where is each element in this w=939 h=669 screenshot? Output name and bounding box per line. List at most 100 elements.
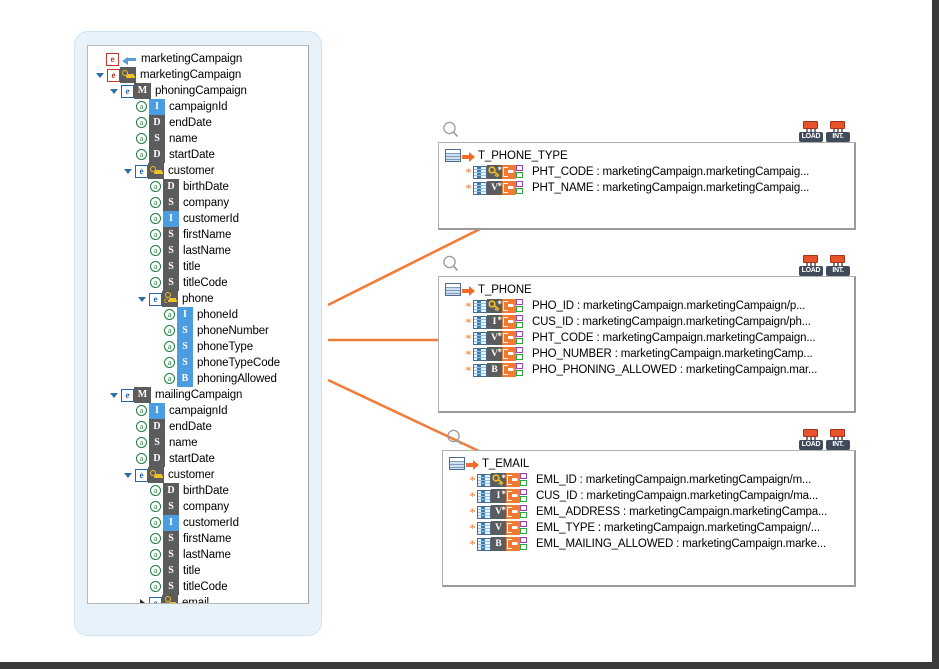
tree-item[interactable]: StitleCode <box>88 579 308 595</box>
magnifier-icon[interactable] <box>445 428 465 448</box>
tree-item[interactable]: DendDate <box>88 115 308 131</box>
twisty-collapse-icon[interactable] <box>136 291 149 307</box>
load-chip-icon <box>803 429 818 437</box>
tree-item[interactable]: Sname <box>88 435 308 451</box>
type-badge-D: D <box>149 451 165 467</box>
table-column-row[interactable]: * V * PHO_NUMBER : marketingCampaign.market… <box>442 346 851 362</box>
tree-item[interactable]: DstartDate <box>88 451 308 467</box>
tree-item-label: endDate <box>169 117 212 129</box>
column-mapping-label: EML_ADDRESS : marketingCampaign.marketin… <box>536 506 828 518</box>
table-title-row: T_EMAIL <box>446 455 851 472</box>
load-chip-icon <box>803 121 818 129</box>
tree-item[interactable]: IcampaignId <box>88 99 308 115</box>
target-table-box[interactable]: T_EMAIL * * EML_ID : marketingCampaign.mark… <box>442 450 856 587</box>
tree-item[interactable]: IcustomerId <box>88 515 308 531</box>
load-button[interactable]: LOAD <box>799 254 823 278</box>
table-toolbar: LOAD INT. <box>799 428 850 452</box>
tree-item[interactable]: SphoneNumber <box>88 323 308 339</box>
twisty-collapse-icon[interactable] <box>108 387 121 403</box>
twisty-collapse-icon[interactable] <box>122 163 135 179</box>
twisty-collapse-icon[interactable] <box>108 83 121 99</box>
table-column-row[interactable]: * V * PHT_NAME : marketingCampaign.marketin… <box>442 180 851 196</box>
table-column-row[interactable]: * V * EML_ADDRESS : marketingCampaign.marke… <box>446 504 851 520</box>
tree-item[interactable]: SfirstName <box>88 531 308 547</box>
tree-item[interactable]: IphoneId <box>88 307 308 323</box>
tree-item[interactable]: IcustomerId <box>88 211 308 227</box>
table-column-row[interactable]: * V * PHT_CODE : marketingCampaign.marketin… <box>442 330 851 346</box>
load-button-label: LOAD <box>799 440 823 450</box>
table-column-row[interactable]: * * EML_ID : marketingCampaign.marketingCa… <box>446 472 851 488</box>
tree-item[interactable]: e customer <box>88 467 308 483</box>
tree-item-label: campaignId <box>169 101 228 113</box>
target-table-box[interactable]: T_PHONE_TYPE * * PHT_CODE : marketingCampai… <box>438 142 856 230</box>
table-column-row[interactable]: * B EML_MAILING_ALLOWED : marketingCampaig… <box>446 536 851 552</box>
table-column-row[interactable]: * * PHO_ID : marketingCampaign.marketingCa… <box>442 298 851 314</box>
twisty-collapse-icon[interactable] <box>94 67 107 83</box>
tree-item[interactable]: e MphoningCampaign <box>88 83 308 99</box>
load-button[interactable]: LOAD <box>799 120 823 144</box>
attribute-icon <box>163 308 177 322</box>
type-badge-I: I <box>177 307 193 323</box>
tree-item-label: company <box>183 197 229 209</box>
tree-item[interactable]: Scompany <box>88 195 308 211</box>
table-column-row[interactable]: * B PHO_PHONING_ALLOWED : marketingCampaig… <box>442 362 851 378</box>
tree-item[interactable]: Sname <box>88 131 308 147</box>
table-column-row[interactable]: * I * CUS_ID : marketingCampaign.marketingC… <box>442 314 851 330</box>
type-badge-I: I <box>149 403 165 419</box>
key-c-icon: c <box>162 291 178 307</box>
tree-item[interactable]: DbirthDate <box>88 179 308 195</box>
twisty-expand-icon[interactable] <box>136 595 149 603</box>
tree-item-label: titleCode <box>183 277 228 289</box>
type-badge-I: I <box>163 515 179 531</box>
required-marker: * <box>465 363 472 377</box>
tree-item-label: lastName <box>183 549 231 561</box>
integrate-button[interactable]: INT. <box>826 120 850 144</box>
tree-item[interactable]: Scompany <box>88 499 308 515</box>
attribute-icon <box>149 548 163 562</box>
tree-item[interactable]: SlastName <box>88 547 308 563</box>
tree-item[interactable]: Stitle <box>88 259 308 275</box>
tree-item[interactable]: DendDate <box>88 419 308 435</box>
type-badge-S: S <box>163 563 179 579</box>
tree-item[interactable]: e marketingCampaign <box>88 67 308 83</box>
tree-item[interactable]: e MmailingCampaign <box>88 387 308 403</box>
tree-item[interactable]: Stitle <box>88 563 308 579</box>
tree-item[interactable]: SphoneType <box>88 339 308 355</box>
tree-item[interactable]: SphoneTypeCode <box>88 355 308 371</box>
tree-item[interactable]: e customer <box>88 163 308 179</box>
table-column-row[interactable]: * * PHT_CODE : marketingCampaign.marketing… <box>442 164 851 180</box>
mapping-stack-icon <box>516 299 524 313</box>
tree-item-label: lastName <box>183 245 231 257</box>
magnifier-icon[interactable] <box>441 120 461 140</box>
tree-item[interactable]: SlastName <box>88 243 308 259</box>
tree-item[interactable]: e c phone <box>88 291 308 307</box>
tree-root-row[interactable]: e marketingCampaign <box>88 51 308 67</box>
key-icon <box>148 163 164 179</box>
integrate-button[interactable]: INT. <box>826 254 850 278</box>
tree-item[interactable]: DbirthDate <box>88 483 308 499</box>
source-tree-scroll-area[interactable]: e marketingCampaign e marketingCampaign e Mph… <box>87 45 309 604</box>
tree-item[interactable]: BphoningAllowed <box>88 371 308 387</box>
column-type-badge: V * <box>491 505 506 519</box>
tree-item[interactable]: DstartDate <box>88 147 308 163</box>
twisty-collapse-icon[interactable] <box>122 467 135 483</box>
integrate-button[interactable]: INT. <box>826 428 850 452</box>
table-column-row[interactable]: * V EML_TYPE : marketingCampaign.marketing… <box>446 520 851 536</box>
tree-item[interactable]: IcampaignId <box>88 403 308 419</box>
required-marker: * <box>465 315 472 329</box>
magnifier-icon[interactable] <box>441 254 461 274</box>
tree-item[interactable]: StitleCode <box>88 275 308 291</box>
table-column-row[interactable]: * I * CUS_ID : marketingCampaign.marketingC… <box>446 488 851 504</box>
target-table-box[interactable]: T_PHONE * * PHO_ID : marketingCampaign.mark… <box>438 276 856 413</box>
type-badge-I: I <box>163 211 179 227</box>
tree-item[interactable]: SfirstName <box>88 227 308 243</box>
tree-item[interactable]: e c email <box>88 595 308 603</box>
load-button[interactable]: LOAD <box>799 428 823 452</box>
